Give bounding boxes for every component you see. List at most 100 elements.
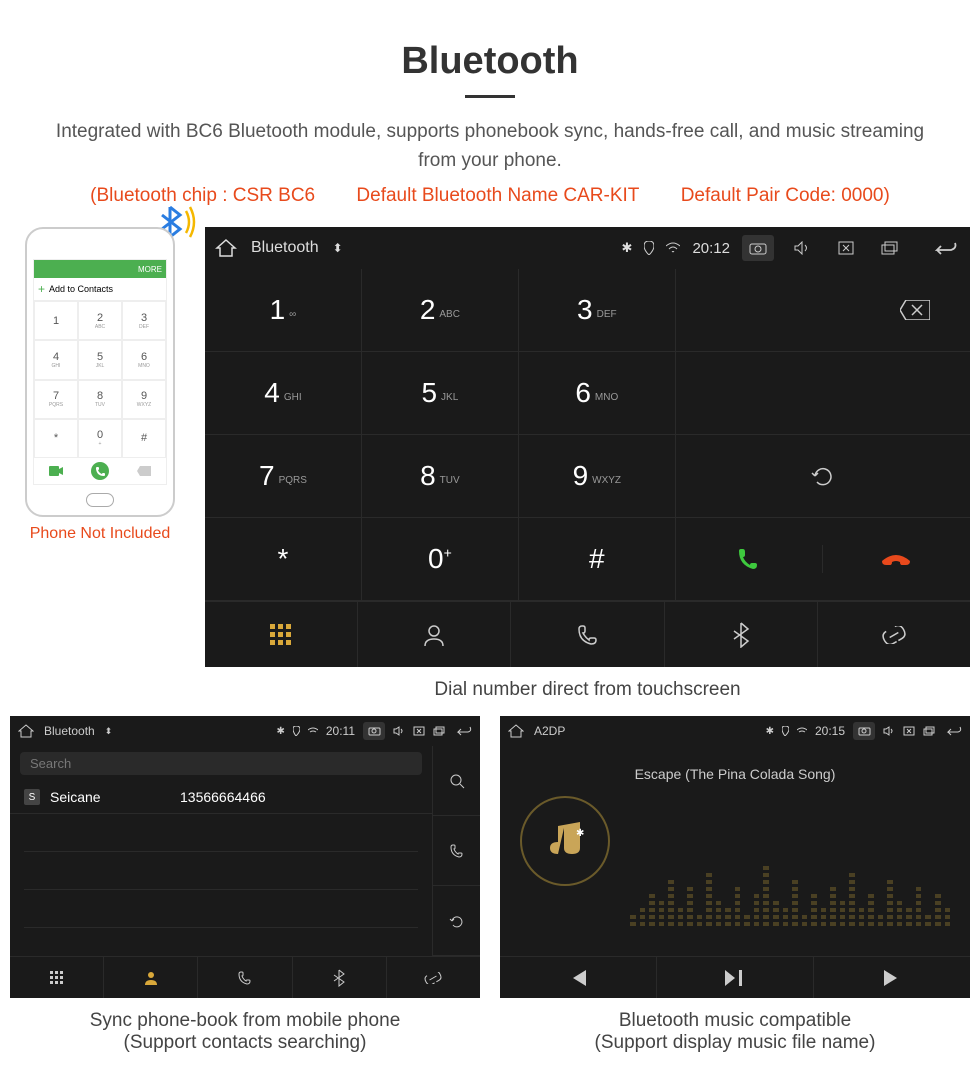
key-1[interactable]: 1∞ [205, 269, 362, 352]
sync-button[interactable] [433, 886, 480, 956]
spec-name: Default Bluetooth Name CAR-KIT [356, 185, 639, 206]
tab-bluetooth[interactable] [293, 957, 387, 998]
home-icon[interactable] [215, 238, 237, 258]
mock-key-1: 1 [34, 301, 78, 340]
recent-apps-icon[interactable] [433, 726, 446, 736]
section-description: Integrated with BC6 Bluetooth module, su… [50, 118, 930, 175]
home-icon[interactable] [508, 724, 524, 738]
phone-mock-delete-icon [122, 458, 166, 484]
dial-keypad: 1∞2ABC3DEF 4GHI5JKL6MNO 7PQRS8TUV9WXYZ *0+# [205, 269, 676, 601]
volume-icon[interactable] [883, 726, 895, 736]
close-x-icon[interactable] [903, 726, 915, 736]
phone-mock-header: MORE [34, 260, 166, 278]
phone-mock-keypad: 12ABC3DEF4GHI5JKL6MNO7PQRS8TUV9WXYZ*0+# [34, 301, 166, 458]
equalizer-visual [630, 806, 950, 926]
key-0[interactable]: 0+ [362, 518, 519, 601]
tab-recent-calls[interactable] [511, 602, 664, 667]
volume-icon[interactable] [786, 235, 818, 261]
app-title: Bluetooth [251, 239, 319, 257]
tab-keypad[interactable] [205, 602, 358, 667]
mock-key-*: * [34, 419, 78, 458]
key-#[interactable]: # [519, 518, 676, 601]
recent-apps-icon[interactable] [874, 235, 906, 261]
mock-key-3: 3DEF [122, 301, 166, 340]
backspace-button[interactable] [676, 269, 970, 352]
home-icon[interactable] [18, 724, 34, 738]
mock-key-8: 8TUV [78, 380, 122, 419]
call-contact-button[interactable] [433, 816, 480, 886]
tab-contacts[interactable] [358, 602, 511, 667]
screenshot-icon[interactable] [853, 722, 875, 740]
wifi-status-icon [308, 727, 318, 735]
key-6[interactable]: 6MNO [519, 352, 676, 435]
mock-key-6: 6MNO [122, 340, 166, 379]
mock-key-7: 7PQRS [34, 380, 78, 419]
status-bar: Bluetooth ⬍ ✱ 20:12 [205, 227, 970, 269]
recent-apps-icon[interactable] [923, 726, 936, 736]
mock-key-2: 2ABC [78, 301, 122, 340]
mock-key-9: 9WXYZ [122, 380, 166, 419]
spec-code: Default Pair Code: 0000) [681, 185, 890, 206]
volume-icon[interactable] [393, 726, 405, 736]
hangup-button[interactable] [823, 549, 970, 569]
app-title: A2DP [534, 724, 565, 738]
key-8[interactable]: 8TUV [362, 435, 519, 518]
search-input[interactable]: Search [20, 752, 422, 775]
clock-time: 20:15 [815, 724, 845, 738]
prev-track-button[interactable] [500, 957, 657, 998]
bluetooth-status-icon: ✱ [276, 726, 284, 737]
tab-bluetooth[interactable] [665, 602, 818, 667]
close-x-icon[interactable] [830, 235, 862, 261]
contact-number: 13566664466 [180, 789, 266, 805]
spec-chip: (Bluetooth chip : CSR BC6 [90, 185, 315, 206]
tab-keypad[interactable] [10, 957, 104, 998]
key-2[interactable]: 2ABC [362, 269, 519, 352]
refresh-button[interactable] [676, 435, 970, 518]
music-caption: Bluetooth music compatible (Support disp… [500, 1010, 970, 1054]
call-button[interactable] [676, 545, 823, 573]
tab-contacts[interactable] [104, 957, 198, 998]
contact-row[interactable]: S Seicane 13566664466 [10, 781, 432, 814]
status-bar: Bluetooth ⬍ ✱ 20:11 [10, 716, 480, 746]
key-3[interactable]: 3DEF [519, 269, 676, 352]
next-track-button[interactable] [814, 957, 970, 998]
dialer-caption: Dial number direct from touchscreen [205, 679, 970, 701]
mock-key-#: # [122, 419, 166, 458]
tab-pair[interactable] [387, 957, 480, 998]
phone-mock-home-button [86, 493, 114, 507]
title-underline [465, 95, 515, 98]
section-title: Bluetooth [10, 40, 970, 83]
key-7[interactable]: 7PQRS [205, 435, 362, 518]
location-status-icon [644, 241, 654, 255]
album-art-icon: ✱ [520, 796, 610, 886]
back-icon[interactable] [454, 725, 472, 737]
key-9[interactable]: 9WXYZ [519, 435, 676, 518]
wifi-status-icon [666, 242, 680, 254]
key-*[interactable]: * [205, 518, 362, 601]
play-pause-button[interactable] [657, 957, 814, 998]
close-x-icon[interactable] [413, 726, 425, 736]
phone-mock-video-icon [34, 458, 78, 484]
back-icon[interactable] [944, 725, 962, 737]
mock-key-4: 4GHI [34, 340, 78, 379]
mock-key-5: 5JKL [78, 340, 122, 379]
contact-badge: S [24, 789, 40, 805]
tab-recent-calls[interactable] [198, 957, 292, 998]
location-status-icon [782, 726, 789, 736]
key-5[interactable]: 5JKL [362, 352, 519, 435]
screenshot-icon[interactable] [742, 235, 774, 261]
svg-text:✱: ✱ [576, 828, 584, 839]
back-icon[interactable] [928, 235, 960, 261]
search-button[interactable] [433, 746, 480, 816]
song-title: Escape (The Pina Colada Song) [500, 766, 970, 782]
clock-time: 20:12 [692, 240, 730, 257]
key-4[interactable]: 4GHI [205, 352, 362, 435]
phone-mock-call-icon [78, 458, 122, 484]
music-device: A2DP ✱ 20:15 Escape (The [500, 716, 970, 998]
location-status-icon [293, 726, 300, 736]
usb-icon: ⬍ [105, 726, 113, 737]
tab-pair[interactable] [818, 602, 970, 667]
contact-name: Seicane [50, 789, 170, 805]
screenshot-icon[interactable] [363, 722, 385, 740]
phonebook-caption: Sync phone-book from mobile phone (Suppo… [10, 1010, 480, 1054]
